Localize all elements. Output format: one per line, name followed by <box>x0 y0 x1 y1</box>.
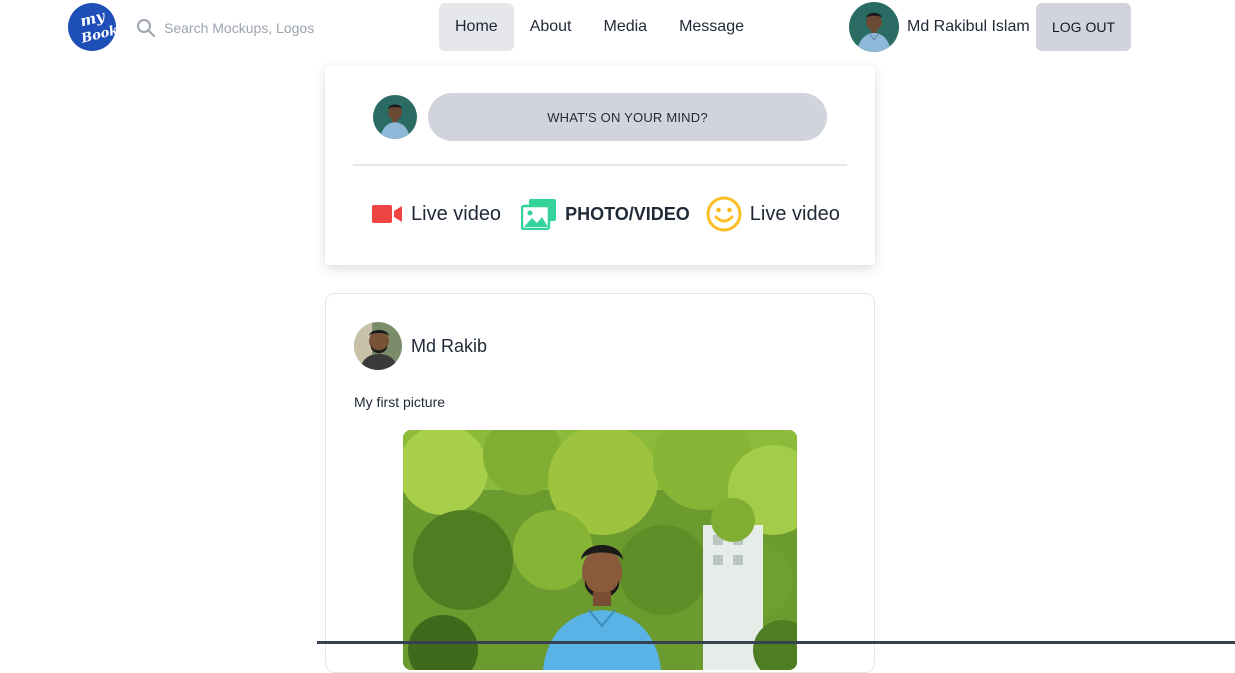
live-video-label: Live video <box>411 202 502 225</box>
nav-home[interactable]: Home <box>439 3 514 51</box>
user-name: Md Rakibul Islam <box>907 18 1030 35</box>
main-menu: Home About Media Message <box>439 3 760 51</box>
post-card: Md Rakib My first picture <box>325 293 875 673</box>
smiley-face-icon <box>706 196 742 232</box>
user-avatar[interactable] <box>849 2 899 52</box>
search-bar <box>136 16 344 40</box>
photo-video-button[interactable]: PHOTO/VIDEO <box>521 198 690 230</box>
nav-media[interactable]: Media <box>588 3 664 51</box>
post-caption: My first picture <box>354 394 446 410</box>
top-navbar: my Book Home About Media Message Md Raki… <box>0 0 1235 56</box>
search-input[interactable] <box>164 20 344 36</box>
user-profile[interactable]: Md Rakibul Islam <box>849 2 1030 52</box>
post-photo[interactable] <box>403 430 797 670</box>
feeling-label: Live video <box>749 202 840 225</box>
logout-button[interactable]: LOG OUT <box>1036 3 1131 51</box>
post-composer: WHAT'S ON YOUR MIND? Live video PHOTO/VI… <box>325 66 875 265</box>
live-video-button[interactable]: Live video <box>371 202 501 226</box>
search-icon <box>137 19 155 37</box>
video-camera-icon <box>372 205 402 223</box>
photo-video-label: PHOTO/VIDEO <box>565 203 690 224</box>
post-author-avatar[interactable] <box>354 322 402 370</box>
feeling-button[interactable]: Live video <box>706 196 840 232</box>
nav-message[interactable]: Message <box>663 3 760 51</box>
mybook-logo[interactable]: my Book <box>68 3 116 51</box>
composer-avatar <box>373 95 417 139</box>
nav-about[interactable]: About <box>514 3 588 51</box>
composer-divider <box>353 164 847 166</box>
photo-gallery-icon <box>521 199 557 230</box>
post-author-name[interactable]: Md Rakib <box>411 336 487 357</box>
whats-on-your-mind-button[interactable]: WHAT'S ON YOUR MIND? <box>428 93 827 141</box>
composer-actions: Live video PHOTO/VIDEO Live video <box>371 194 840 234</box>
